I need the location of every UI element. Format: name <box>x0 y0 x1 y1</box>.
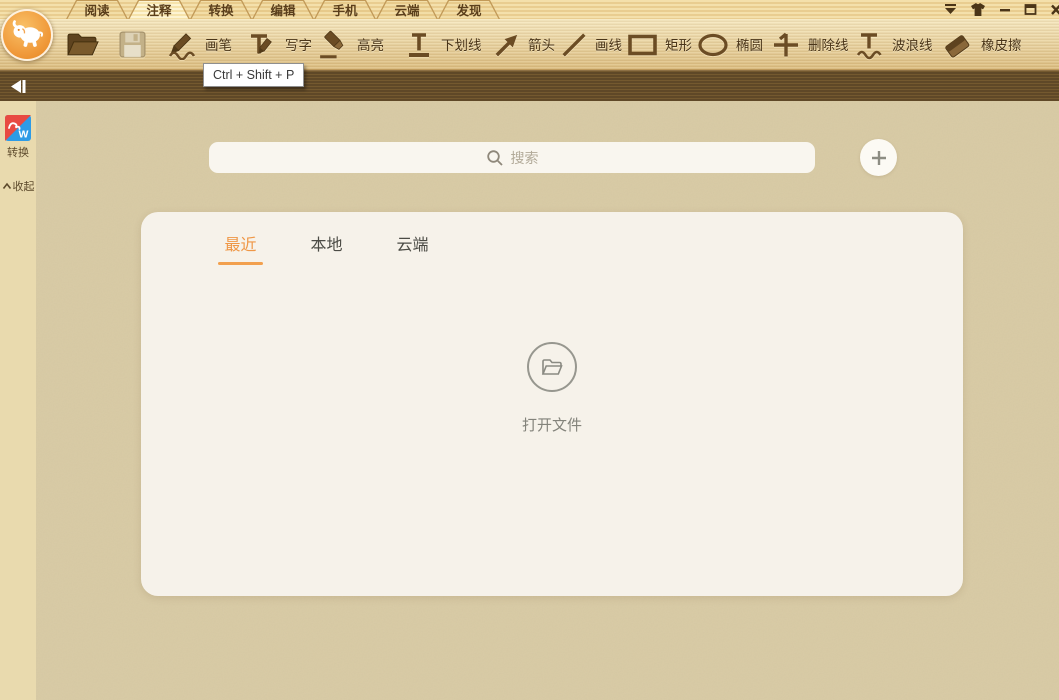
rectangle-tool[interactable]: 矩形 <box>626 19 692 69</box>
menu-tab-mobile[interactable]: 手机 <box>314 0 376 19</box>
folder-open-icon <box>64 29 101 60</box>
tool-label: 下划线 <box>441 34 482 54</box>
underline-icon <box>403 29 435 60</box>
sidebar-collapse-button[interactable]: 收起 <box>2 178 35 194</box>
tab-label: 本地 <box>310 231 342 255</box>
strikethrough-icon <box>770 29 802 60</box>
open-file-button[interactable] <box>64 19 101 69</box>
library-tabs: 最近 本地 云端 <box>141 212 963 265</box>
strikethrough-tool[interactable]: 删除线 <box>770 19 849 69</box>
write-tool[interactable]: 写字 <box>247 19 312 69</box>
pdf-to-word-icon: W <box>5 115 31 141</box>
shortcut-tooltip: Ctrl + Shift + P <box>203 63 304 87</box>
annotation-toolbar: 画笔 写字 高亮 <box>0 19 1059 70</box>
tool-label: 箭头 <box>528 34 555 54</box>
close-icon[interactable] <box>1050 3 1059 16</box>
add-file-button[interactable] <box>860 139 897 176</box>
tab-label: 云端 <box>396 231 428 255</box>
tool-label: 高亮 <box>357 34 384 54</box>
plus-icon <box>870 149 888 167</box>
eraser-tool[interactable]: 橡皮擦 <box>941 19 1022 69</box>
tool-label: 波浪线 <box>892 34 933 54</box>
tab-label: 最近 <box>224 231 256 255</box>
menu-tab-cloud[interactable]: 云端 <box>376 0 438 19</box>
menu-tab-convert[interactable]: 转换 <box>190 0 252 19</box>
save-icon <box>117 29 148 60</box>
collapse-panel-icon[interactable] <box>8 78 27 100</box>
arrow-tool[interactable]: 箭头 <box>491 19 555 69</box>
collapse-label: 收起 <box>13 178 35 194</box>
svg-text:W: W <box>19 129 29 141</box>
eraser-icon <box>941 29 975 60</box>
rectangle-icon <box>626 29 659 60</box>
draw-line-tool[interactable]: 画线 <box>559 19 622 69</box>
left-sidebar: W 转换 收起 <box>0 101 36 700</box>
tool-label: 椭圆 <box>736 34 763 54</box>
brush-icon <box>163 29 199 60</box>
brush-tool[interactable]: 画笔 <box>163 19 232 69</box>
menu-tabs: 阅读 注释 转换 编辑 手机 云端 发现 <box>66 0 500 19</box>
ribbon-collapse-icon[interactable] <box>944 3 957 16</box>
library-card: 最近 本地 云端 打开文件 <box>141 212 963 596</box>
app-logo[interactable] <box>1 9 53 61</box>
arrow-icon <box>491 29 522 60</box>
tab-cloud[interactable]: 云端 <box>390 231 435 265</box>
menu-tab-annotate[interactable]: 注释 <box>128 0 190 19</box>
write-text-icon <box>247 29 279 60</box>
elephant-mascot-icon <box>10 20 44 50</box>
tool-label: 橡皮擦 <box>981 34 1022 54</box>
tool-label: 删除线 <box>808 34 849 54</box>
ellipse-icon <box>696 29 730 60</box>
underline-tool[interactable]: 下划线 <box>403 19 482 69</box>
open-file-circle-button[interactable] <box>527 342 577 392</box>
open-folder-icon <box>539 355 565 379</box>
menu-tab-edit[interactable]: 编辑 <box>252 0 314 19</box>
search-box: 搜索 <box>209 142 815 173</box>
tab-underline <box>390 262 435 265</box>
active-tab-underline <box>218 262 263 265</box>
highlighter-icon <box>316 29 351 60</box>
menu-tab-discover[interactable]: 发现 <box>438 0 500 19</box>
tab-local[interactable]: 本地 <box>304 231 349 265</box>
pdf-to-word-converter-button[interactable]: W 转换 <box>5 115 31 160</box>
tab-recent[interactable]: 最近 <box>218 231 263 265</box>
menu-tab-read[interactable]: 阅读 <box>66 0 128 19</box>
tool-label: 画笔 <box>205 34 232 54</box>
chevron-up-icon <box>2 182 12 190</box>
maximize-icon[interactable] <box>1024 3 1037 16</box>
converter-label: 转换 <box>7 144 29 160</box>
search-input[interactable] <box>209 142 815 173</box>
highlight-tool[interactable]: 高亮 <box>316 19 384 69</box>
open-file-label: 打开文件 <box>522 414 582 435</box>
wavy-line-icon <box>852 29 886 60</box>
tool-label: 画线 <box>595 34 622 54</box>
minimize-icon[interactable] <box>999 3 1011 16</box>
tool-label: 矩形 <box>665 34 692 54</box>
save-button[interactable] <box>117 19 148 69</box>
ellipse-tool[interactable]: 椭圆 <box>696 19 763 69</box>
window-controls <box>944 2 1059 16</box>
tool-label: 写字 <box>285 34 312 54</box>
line-icon <box>559 29 589 60</box>
collapsed-panel-bar <box>0 70 1059 101</box>
empty-state: 打开文件 <box>141 342 963 435</box>
app-window: 阅读 注释 转换 编辑 手机 云端 发现 <box>0 0 1059 700</box>
wavy-line-tool[interactable]: 波浪线 <box>852 19 933 69</box>
tab-underline <box>304 262 349 265</box>
skin-icon[interactable] <box>970 2 986 17</box>
